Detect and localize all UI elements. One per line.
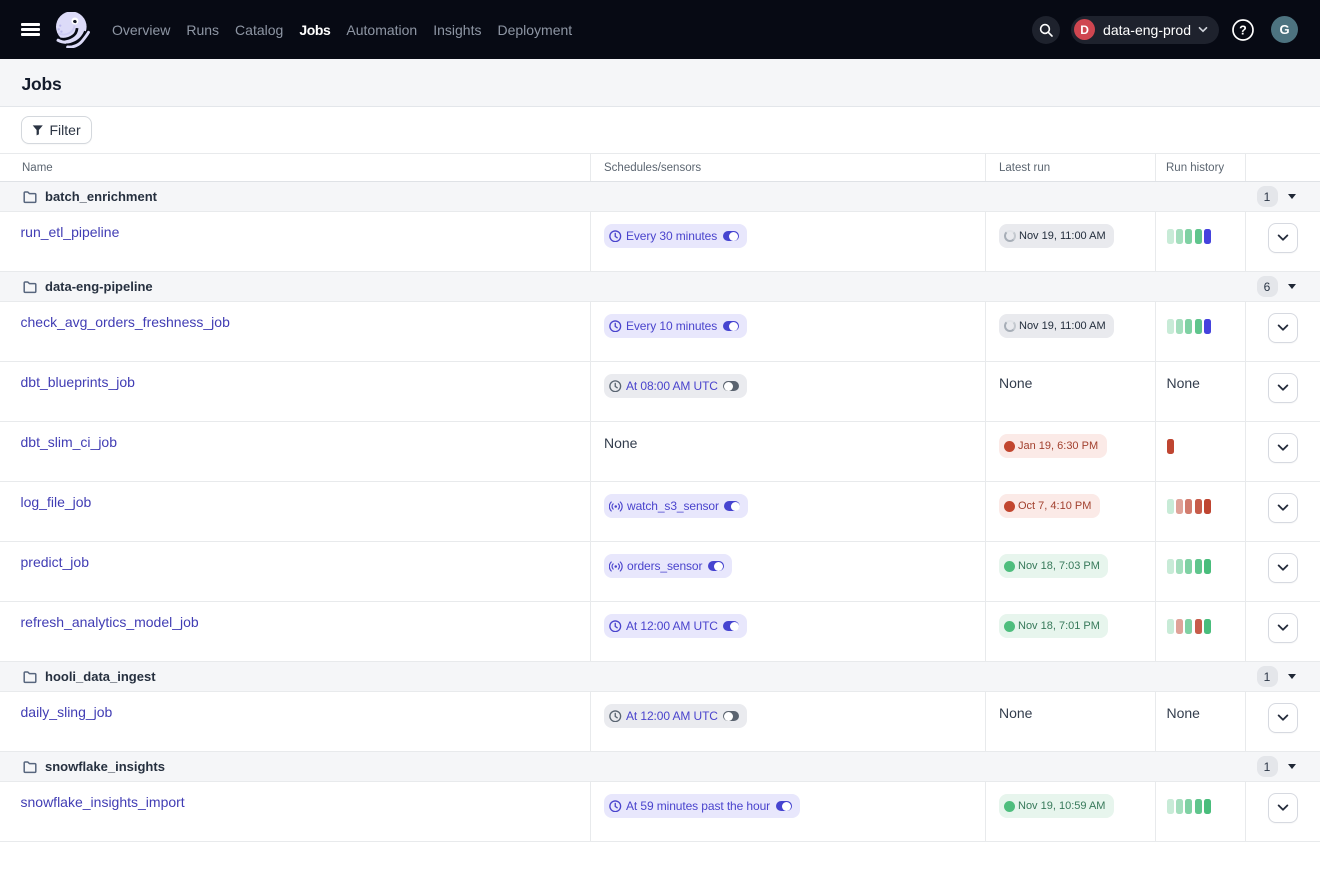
svg-text:?: ? (1239, 23, 1247, 37)
